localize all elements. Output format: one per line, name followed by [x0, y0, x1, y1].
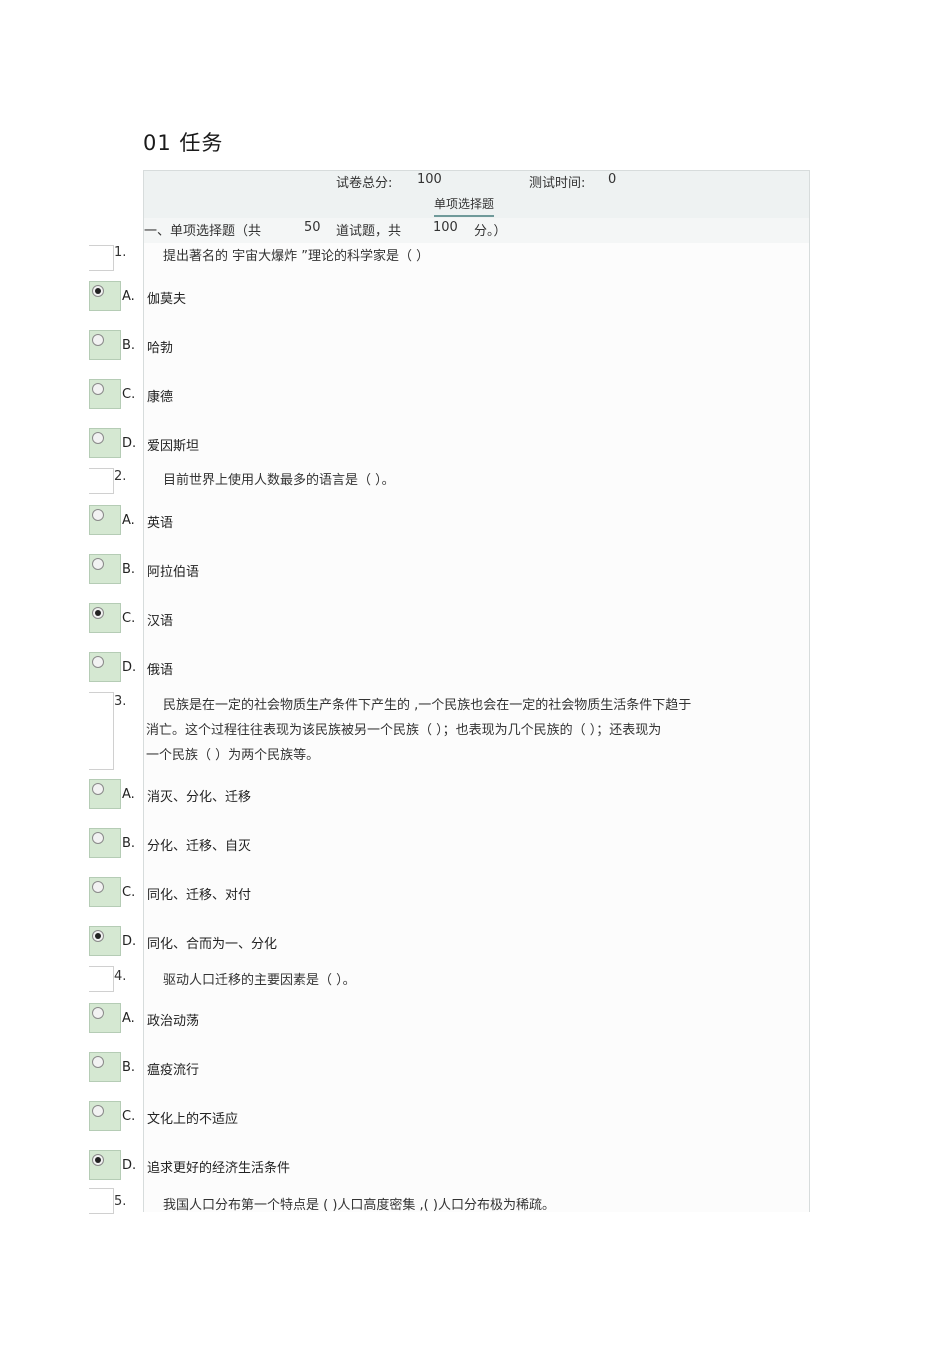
option-letter: B.	[122, 338, 136, 353]
exam-header: 试卷总分: 100 测试时间: 0 单项选择题	[144, 170, 809, 219]
question-marker	[89, 468, 114, 494]
question-marker	[89, 692, 114, 770]
question-text: 我国人口分布第一个特点是 ( )人口高度密集 ,( )人口分布极为稀疏。	[163, 1198, 555, 1213]
option-text[interactable]: 英语	[147, 512, 173, 531]
option-letter: C.	[122, 885, 136, 900]
option-letter: C.	[122, 387, 136, 402]
answer-radio-box[interactable]	[89, 1003, 121, 1033]
question-number: 5.	[114, 1194, 127, 1209]
radio-checked-icon[interactable]	[92, 1154, 104, 1166]
radio-unchecked-icon[interactable]	[92, 881, 104, 893]
answer-radio-box[interactable]	[89, 603, 121, 633]
radio-unchecked-icon[interactable]	[92, 656, 104, 668]
question-number: 3.	[114, 694, 127, 709]
option-text[interactable]: 追求更好的经济生活条件	[147, 1157, 290, 1176]
section-mid: 道试题，共	[336, 224, 402, 239]
option-text[interactable]: 瘟疫流行	[147, 1059, 199, 1078]
option-text[interactable]: 俄语	[147, 659, 173, 678]
radio-unchecked-icon[interactable]	[92, 1056, 104, 1068]
question-marker	[89, 245, 114, 271]
answer-radio-box[interactable]	[89, 652, 121, 682]
answer-radio-box[interactable]	[89, 1052, 121, 1082]
answer-radio-box[interactable]	[89, 505, 121, 535]
answer-radio-box[interactable]	[89, 379, 121, 409]
time-label: 测试时间:	[529, 176, 586, 191]
option-text[interactable]: 同化、迁移、对付	[147, 884, 251, 903]
answer-radio-box[interactable]	[89, 779, 121, 809]
radio-unchecked-icon[interactable]	[92, 558, 104, 570]
option-text[interactable]: 伽莫夫	[147, 288, 186, 307]
option-letter: A.	[122, 513, 135, 528]
option-text[interactable]: 哈勃	[147, 337, 173, 356]
radio-unchecked-icon[interactable]	[92, 1007, 104, 1019]
option-text[interactable]: 政治动荡	[147, 1010, 199, 1029]
question-text: 驱动人口迁移的主要因素是（ ）。	[163, 973, 356, 988]
question-number: 2.	[114, 469, 127, 484]
option-letter: D.	[122, 1158, 137, 1173]
option-text[interactable]: 文化上的不适应	[147, 1108, 238, 1127]
option-text[interactable]: 同化、合而为一、分化	[147, 933, 277, 952]
score-label: 试卷总分:	[336, 176, 393, 191]
question-text: 民族是在一定的社会物质生产条件下产生的 ,一个民族也会在一定的社会物质生活条件下…	[163, 698, 692, 713]
tab-single-choice[interactable]: 单项选择题	[434, 195, 495, 217]
question-number: 4.	[114, 969, 127, 984]
answer-radio-box[interactable]	[89, 828, 121, 858]
time-value: 0	[608, 172, 617, 187]
option-letter: C.	[122, 611, 136, 626]
answer-radio-box[interactable]	[89, 554, 121, 584]
option-letter: A.	[122, 1011, 135, 1026]
answer-radio-box[interactable]	[89, 281, 121, 311]
radio-checked-icon[interactable]	[92, 607, 104, 619]
radio-checked-icon[interactable]	[92, 930, 104, 942]
exam-panel: 试卷总分: 100 测试时间: 0 单项选择题 一、单项选择题（共 50 道试题…	[143, 170, 810, 1212]
question-text: 消亡。这个过程往往表现为该民族被另一个民族（ ）；也表现为几个民族的（ ）；还表…	[146, 723, 662, 738]
question-text: 一个民族（ ）为两个民族等。	[146, 748, 320, 763]
radio-unchecked-icon[interactable]	[92, 432, 104, 444]
option-text[interactable]: 康德	[147, 386, 173, 405]
score-value: 100	[417, 172, 442, 187]
answer-radio-box[interactable]	[89, 877, 121, 907]
option-text[interactable]: 分化、迁移、自灭	[147, 835, 251, 854]
radio-unchecked-icon[interactable]	[92, 334, 104, 346]
question-marker	[89, 966, 114, 992]
option-letter: B.	[122, 1060, 136, 1075]
section-prefix: 一、单项选择题（共	[144, 224, 262, 239]
option-letter: A.	[122, 787, 135, 802]
radio-unchecked-icon[interactable]	[92, 832, 104, 844]
option-letter: D.	[122, 436, 137, 451]
option-letter: D.	[122, 934, 137, 949]
answer-radio-box[interactable]	[89, 1101, 121, 1131]
radio-unchecked-icon[interactable]	[92, 783, 104, 795]
section-heading: 一、单项选择题（共 50 道试题，共 100 分。）	[144, 218, 809, 243]
option-letter: C.	[122, 1109, 136, 1124]
option-letter: A.	[122, 289, 135, 304]
section-points: 100	[433, 220, 458, 235]
option-text[interactable]: 汉语	[147, 610, 173, 629]
question-text: 目前世界上使用人数最多的语言是（ ）。	[163, 473, 395, 488]
section-count: 50	[304, 220, 321, 235]
page-title: 01 任务	[143, 131, 224, 155]
question-marker	[89, 1188, 114, 1214]
radio-checked-icon[interactable]	[92, 285, 104, 297]
option-letter: D.	[122, 660, 137, 675]
option-letter: B.	[122, 562, 136, 577]
answer-radio-box[interactable]	[89, 926, 121, 956]
answer-radio-box[interactable]	[89, 1150, 121, 1180]
option-text[interactable]: 阿拉伯语	[147, 561, 199, 580]
section-suffix: 分。）	[474, 224, 507, 239]
option-text[interactable]: 消灭、分化、迁移	[147, 786, 251, 805]
radio-unchecked-icon[interactable]	[92, 509, 104, 521]
question-text: 提出著名的 宇宙大爆炸 ”理论的科学家是（ ）	[163, 249, 430, 264]
answer-radio-box[interactable]	[89, 428, 121, 458]
option-letter: B.	[122, 836, 136, 851]
answer-radio-box[interactable]	[89, 330, 121, 360]
radio-unchecked-icon[interactable]	[92, 383, 104, 395]
option-text[interactable]: 爱因斯坦	[147, 435, 199, 454]
question-number: 1.	[114, 245, 127, 260]
radio-unchecked-icon[interactable]	[92, 1105, 104, 1117]
